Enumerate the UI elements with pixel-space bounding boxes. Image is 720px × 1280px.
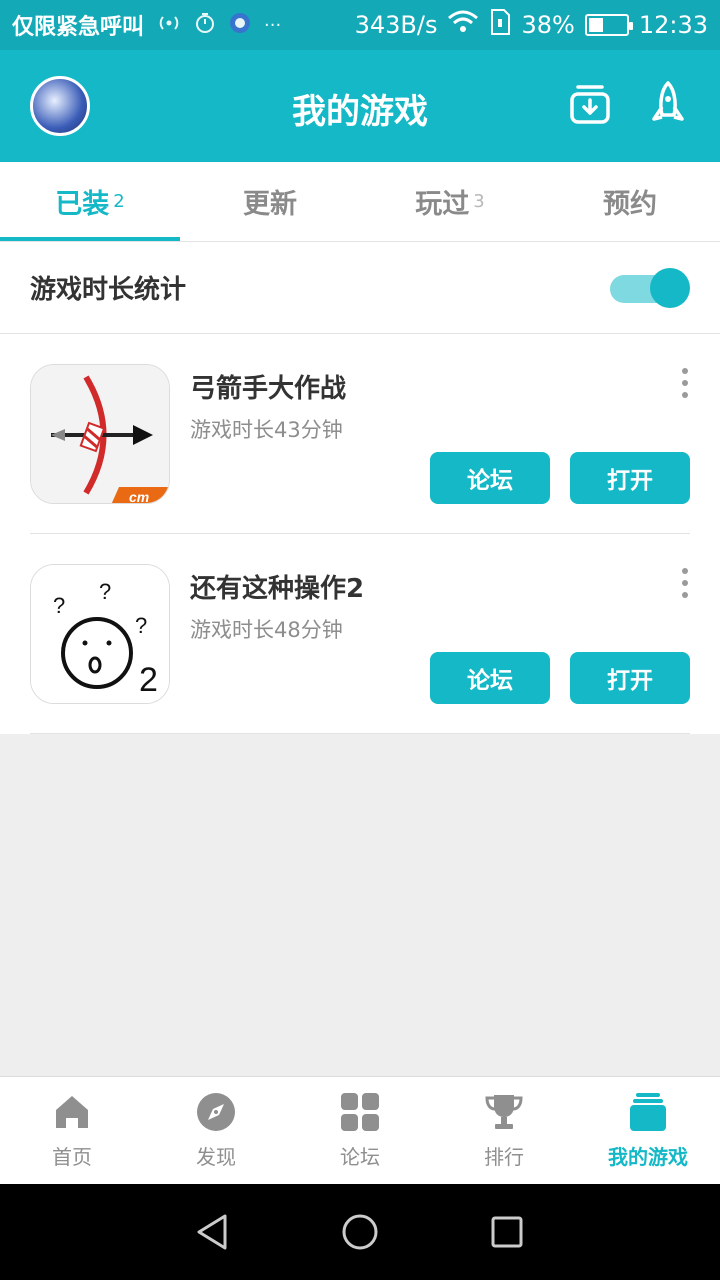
battery-percent: 38%: [521, 11, 575, 39]
list-item[interactable]: cm 弓箭手大作战 游戏时长43分钟 论坛 打开: [30, 334, 690, 534]
list-item[interactable]: ? ? ? 2 还有这种操作2 游戏时长48分钟 论坛 打开: [30, 534, 690, 734]
game-list: cm 弓箭手大作战 游戏时长43分钟 论坛 打开 ? ? ? 2 还有这种操作2…: [0, 334, 720, 734]
nav-label: 首页: [52, 1145, 92, 1169]
tab-count: 2: [113, 191, 125, 212]
nav-home[interactable]: 首页: [0, 1077, 144, 1184]
game-name: 还有这种操作2: [190, 574, 365, 604]
status-left: 仅限紧急呼叫 ···: [12, 9, 281, 41]
tab-label: 已装: [55, 189, 110, 220]
app-header: 我的游戏: [0, 50, 720, 162]
game-playtime: 游戏时长48分钟: [190, 618, 343, 642]
nav-label: 发现: [196, 1145, 236, 1169]
recents-icon[interactable]: [477, 1202, 537, 1262]
toggle-knob: [650, 267, 690, 308]
tab-installed[interactable]: 已装 2: [0, 162, 180, 241]
svg-text:?: ?: [99, 579, 111, 604]
signal-broadcast-icon: [156, 12, 182, 39]
compass-icon: [195, 1091, 237, 1133]
playtime-stats-toggle[interactable]: [610, 267, 690, 308]
open-button[interactable]: 打开: [570, 452, 690, 504]
forum-button[interactable]: 论坛: [430, 652, 550, 704]
game-icon-number: 2: [139, 661, 158, 699]
tab-label: 玩过: [415, 189, 470, 220]
timer-icon: [194, 12, 216, 39]
nav-my-games[interactable]: 我的游戏: [576, 1077, 720, 1184]
tab-label: 预约: [603, 189, 657, 220]
battery-level: [588, 18, 603, 32]
nav-label: 我的游戏: [608, 1145, 688, 1169]
status-right: 343B/s 38% 12:33: [355, 9, 708, 41]
svg-text:?: ?: [53, 593, 65, 618]
tab-updates[interactable]: 更新: [180, 162, 360, 241]
game-name: 弓箭手大作战: [190, 374, 347, 404]
sim-icon: [489, 9, 511, 41]
tab-bar: 已装 2 更新 玩过 3 预约: [0, 162, 720, 242]
playtime-stats-row: 游戏时长统计: [0, 242, 720, 334]
my-games-icon: [627, 1091, 669, 1133]
forum-button[interactable]: 论坛: [430, 452, 550, 504]
tab-played[interactable]: 玩过 3: [360, 162, 540, 241]
nav-forum[interactable]: 论坛: [288, 1077, 432, 1184]
archer-game-icon: cm: [30, 364, 170, 504]
tab-label: 更新: [243, 189, 297, 220]
more-options-icon[interactable]: [680, 568, 690, 598]
back-icon[interactable]: [183, 1202, 243, 1262]
carrier-text: 仅限紧急呼叫: [12, 15, 145, 40]
svg-text:?: ?: [135, 613, 147, 638]
nav-label: 排行: [484, 1145, 524, 1169]
tab-reserved[interactable]: 预约: [540, 162, 720, 241]
app-notification-icon: [228, 11, 252, 40]
nav-ranking[interactable]: 排行: [432, 1077, 576, 1184]
system-nav-bar: [0, 1184, 720, 1280]
open-button[interactable]: 打开: [570, 652, 690, 704]
game-playtime: 游戏时长43分钟: [190, 418, 343, 442]
more-options-icon[interactable]: [680, 368, 690, 398]
clock: 12:33: [638, 11, 708, 39]
rocket-icon[interactable]: [644, 80, 692, 128]
trophy-icon: [483, 1091, 525, 1133]
network-speed: 343B/s: [354, 11, 438, 39]
more-notifications-icon: ···: [264, 14, 282, 36]
screen: 仅限紧急呼叫 ··· 343B/s 38% 12:33 我的游戏 已装 2 更新…: [0, 0, 720, 1280]
battery-icon: [584, 14, 633, 36]
nav-discover[interactable]: 发现: [144, 1077, 288, 1184]
grid-icon: [339, 1091, 381, 1133]
status-bar: 仅限紧急呼叫 ··· 343B/s 38% 12:33: [0, 0, 720, 50]
confused-face-game-icon: ? ? ? 2: [30, 564, 170, 704]
home-icon: [51, 1091, 93, 1133]
bottom-nav: 首页 发现 论坛 排行 我的游戏: [0, 1076, 720, 1184]
home-circle-icon[interactable]: [330, 1202, 390, 1262]
tab-count: 3: [473, 191, 485, 212]
playtime-stats-label: 游戏时长统计: [30, 275, 187, 305]
wifi-icon: [447, 10, 479, 40]
download-icon[interactable]: [566, 80, 614, 128]
game-icon-badge: cm: [129, 489, 149, 504]
nav-label: 论坛: [340, 1145, 380, 1169]
